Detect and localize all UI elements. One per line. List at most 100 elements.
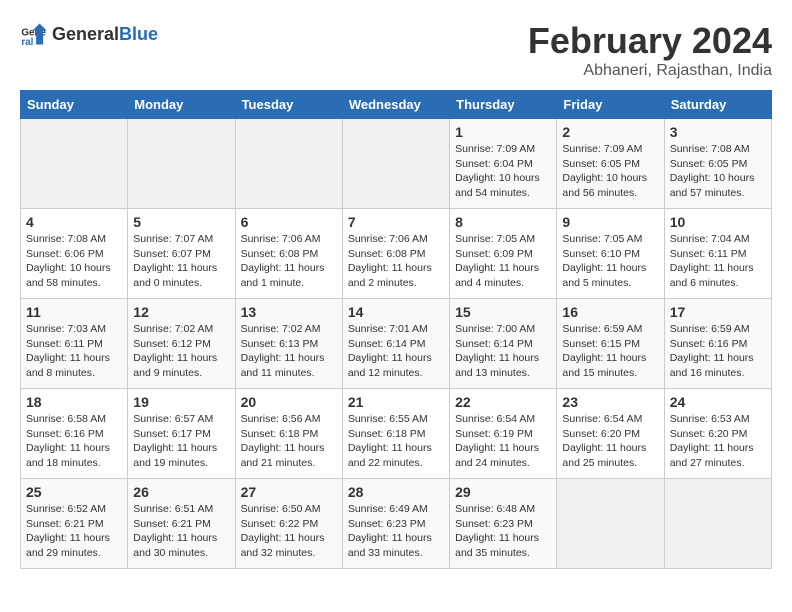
- day-number: 19: [133, 394, 229, 410]
- calendar-cell: 18 Sunrise: 6:58 AM Sunset: 6:16 PM Dayli…: [21, 389, 128, 479]
- calendar-cell: 10Sunrise: 7:04 AM Sunset: 6:11 PM Dayli…: [664, 209, 771, 299]
- title-area: February 2024 Abhaneri, Rajasthan, India: [528, 20, 772, 80]
- day-number: 20: [241, 394, 337, 410]
- day-info: Sunrise: 6:56 AM Sunset: 6:18 PM Dayligh…: [241, 412, 337, 471]
- logo: Gene ral GeneralBlue: [20, 20, 158, 48]
- calendar-cell: 7 Sunrise: 7:06 AM Sunset: 6:08 PM Daylig…: [342, 209, 449, 299]
- calendar-cell: [21, 119, 128, 209]
- day-number: 22: [455, 394, 551, 410]
- day-info: Sunrise: 7:09 AM Sunset: 6:04 PM Dayligh…: [455, 142, 551, 201]
- calendar-cell: 15Sunrise: 7:00 AM Sunset: 6:14 PM Dayli…: [450, 299, 557, 389]
- calendar-cell: 14Sunrise: 7:01 AM Sunset: 6:14 PM Dayli…: [342, 299, 449, 389]
- day-number: 23: [562, 394, 658, 410]
- day-number: 1: [455, 124, 551, 140]
- day-number: 17: [670, 304, 766, 320]
- calendar-cell: 25 Sunrise: 6:52 AM Sunset: 6:21 PM Dayli…: [21, 479, 128, 569]
- day-info: Sunrise: 7:02 AM Sunset: 6:13 PM Dayligh…: [241, 322, 337, 381]
- day-number: 4: [26, 214, 122, 230]
- day-info: Sunrise: 7:08 AM Sunset: 6:05 PM Dayligh…: [670, 142, 766, 201]
- calendar-cell: 21 Sunrise: 6:55 AM Sunset: 6:18 PM Dayli…: [342, 389, 449, 479]
- day-info: Sunrise: 6:50 AM Sunset: 6:22 PM Dayligh…: [241, 502, 337, 561]
- day-info: Sunrise: 6:52 AM Sunset: 6:21 PM Dayligh…: [26, 502, 122, 561]
- calendar-cell: 2 Sunrise: 7:09 AM Sunset: 6:05 PM Daylig…: [557, 119, 664, 209]
- day-number: 26: [133, 484, 229, 500]
- day-number: 29: [455, 484, 551, 500]
- calendar-week-row: 25 Sunrise: 6:52 AM Sunset: 6:21 PM Dayli…: [21, 479, 772, 569]
- calendar-cell: 17 Sunrise: 6:59 AM Sunset: 6:16 PM Dayli…: [664, 299, 771, 389]
- calendar-table: SundayMondayTuesdayWednesdayThursdayFrid…: [20, 90, 772, 569]
- day-info: Sunrise: 6:55 AM Sunset: 6:18 PM Dayligh…: [348, 412, 444, 471]
- weekday-header-thursday: Thursday: [450, 91, 557, 119]
- day-number: 11: [26, 304, 122, 320]
- day-info: Sunrise: 7:02 AM Sunset: 6:12 PM Dayligh…: [133, 322, 229, 381]
- calendar-cell: 29 Sunrise: 6:48 AM Sunset: 6:23 PM Dayli…: [450, 479, 557, 569]
- day-info: Sunrise: 6:48 AM Sunset: 6:23 PM Dayligh…: [455, 502, 551, 561]
- calendar-week-row: 11 Sunrise: 7:03 AM Sunset: 6:11 PM Dayli…: [21, 299, 772, 389]
- svg-text:ral: ral: [21, 37, 33, 48]
- calendar-cell: [235, 119, 342, 209]
- day-number: 10: [670, 214, 766, 230]
- weekday-header-friday: Friday: [557, 91, 664, 119]
- calendar-cell: 3Sunrise: 7:08 AM Sunset: 6:05 PM Daylig…: [664, 119, 771, 209]
- day-info: Sunrise: 6:49 AM Sunset: 6:23 PM Dayligh…: [348, 502, 444, 561]
- day-info: Sunrise: 7:03 AM Sunset: 6:11 PM Dayligh…: [26, 322, 122, 381]
- calendar-cell: 1 Sunrise: 7:09 AM Sunset: 6:04 PM Daylig…: [450, 119, 557, 209]
- day-info: Sunrise: 7:05 AM Sunset: 6:09 PM Dayligh…: [455, 232, 551, 291]
- day-number: 21: [348, 394, 444, 410]
- day-number: 28: [348, 484, 444, 500]
- calendar-cell: [664, 479, 771, 569]
- calendar-week-row: 1 Sunrise: 7:09 AM Sunset: 6:04 PM Daylig…: [21, 119, 772, 209]
- calendar-cell: [128, 119, 235, 209]
- day-info: Sunrise: 6:51 AM Sunset: 6:21 PM Dayligh…: [133, 502, 229, 561]
- day-number: 7: [348, 214, 444, 230]
- calendar-week-row: 4 Sunrise: 7:08 AM Sunset: 6:06 PM Daylig…: [21, 209, 772, 299]
- day-number: 2: [562, 124, 658, 140]
- day-info: Sunrise: 6:54 AM Sunset: 6:19 PM Dayligh…: [455, 412, 551, 471]
- calendar-cell: 9 Sunrise: 7:05 AM Sunset: 6:10 PM Daylig…: [557, 209, 664, 299]
- day-info: Sunrise: 7:00 AM Sunset: 6:14 PM Dayligh…: [455, 322, 551, 381]
- calendar-cell: [342, 119, 449, 209]
- day-info: Sunrise: 7:06 AM Sunset: 6:08 PM Dayligh…: [241, 232, 337, 291]
- logo-blue-text: Blue: [119, 24, 158, 45]
- day-info: Sunrise: 7:07 AM Sunset: 6:07 PM Dayligh…: [133, 232, 229, 291]
- main-title: February 2024: [528, 20, 772, 62]
- calendar-cell: 22 Sunrise: 6:54 AM Sunset: 6:19 PM Dayli…: [450, 389, 557, 479]
- weekday-header-tuesday: Tuesday: [235, 91, 342, 119]
- calendar-cell: 13 Sunrise: 7:02 AM Sunset: 6:13 PM Dayli…: [235, 299, 342, 389]
- header: Gene ral GeneralBlue February 2024 Abhan…: [20, 20, 772, 80]
- calendar-cell: 26 Sunrise: 6:51 AM Sunset: 6:21 PM Dayli…: [128, 479, 235, 569]
- weekday-header-row: SundayMondayTuesdayWednesdayThursdayFrid…: [21, 91, 772, 119]
- subtitle: Abhaneri, Rajasthan, India: [528, 62, 772, 80]
- day-number: 25: [26, 484, 122, 500]
- day-number: 13: [241, 304, 337, 320]
- day-info: Sunrise: 7:09 AM Sunset: 6:05 PM Dayligh…: [562, 142, 658, 201]
- day-info: Sunrise: 6:59 AM Sunset: 6:16 PM Dayligh…: [670, 322, 766, 381]
- day-number: 9: [562, 214, 658, 230]
- calendar-cell: 4 Sunrise: 7:08 AM Sunset: 6:06 PM Daylig…: [21, 209, 128, 299]
- day-info: Sunrise: 7:01 AM Sunset: 6:14 PM Dayligh…: [348, 322, 444, 381]
- day-number: 24: [670, 394, 766, 410]
- day-number: 5: [133, 214, 229, 230]
- logo-general-text: General: [52, 24, 119, 45]
- calendar-cell: 16 Sunrise: 6:59 AM Sunset: 6:15 PM Dayli…: [557, 299, 664, 389]
- calendar-cell: 8 Sunrise: 7:05 AM Sunset: 6:09 PM Daylig…: [450, 209, 557, 299]
- calendar-cell: 20 Sunrise: 6:56 AM Sunset: 6:18 PM Dayli…: [235, 389, 342, 479]
- day-number: 18: [26, 394, 122, 410]
- day-number: 16: [562, 304, 658, 320]
- calendar-cell: 19 Sunrise: 6:57 AM Sunset: 6:17 PM Dayli…: [128, 389, 235, 479]
- day-info: Sunrise: 6:54 AM Sunset: 6:20 PM Dayligh…: [562, 412, 658, 471]
- day-number: 8: [455, 214, 551, 230]
- weekday-header-sunday: Sunday: [21, 91, 128, 119]
- day-number: 12: [133, 304, 229, 320]
- weekday-header-wednesday: Wednesday: [342, 91, 449, 119]
- calendar-cell: 24Sunrise: 6:53 AM Sunset: 6:20 PM Dayli…: [664, 389, 771, 479]
- day-info: Sunrise: 7:05 AM Sunset: 6:10 PM Dayligh…: [562, 232, 658, 291]
- day-info: Sunrise: 6:59 AM Sunset: 6:15 PM Dayligh…: [562, 322, 658, 381]
- day-info: Sunrise: 7:06 AM Sunset: 6:08 PM Dayligh…: [348, 232, 444, 291]
- calendar-cell: 6Sunrise: 7:06 AM Sunset: 6:08 PM Daylig…: [235, 209, 342, 299]
- day-info: Sunrise: 7:08 AM Sunset: 6:06 PM Dayligh…: [26, 232, 122, 291]
- day-info: Sunrise: 6:57 AM Sunset: 6:17 PM Dayligh…: [133, 412, 229, 471]
- day-number: 27: [241, 484, 337, 500]
- day-info: Sunrise: 6:58 AM Sunset: 6:16 PM Dayligh…: [26, 412, 122, 471]
- calendar-cell: 11 Sunrise: 7:03 AM Sunset: 6:11 PM Dayli…: [21, 299, 128, 389]
